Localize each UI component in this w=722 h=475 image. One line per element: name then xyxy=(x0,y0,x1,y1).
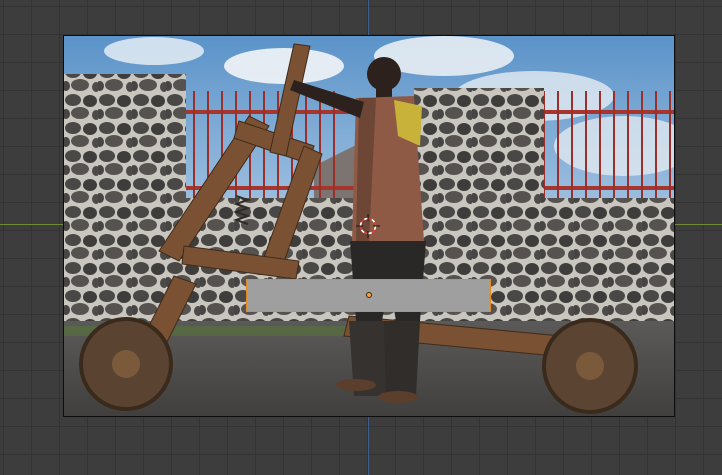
object-origin-icon[interactable] xyxy=(366,292,372,298)
3d-cursor-icon[interactable] xyxy=(356,214,380,238)
3d-cursor-graphic xyxy=(356,214,380,238)
3d-viewport[interactable] xyxy=(0,0,722,475)
